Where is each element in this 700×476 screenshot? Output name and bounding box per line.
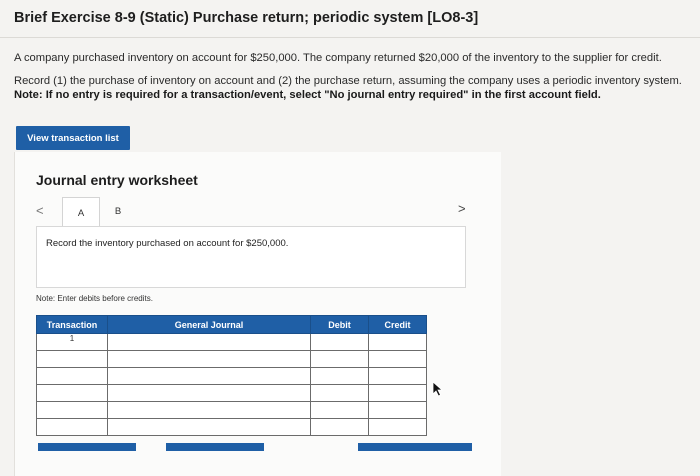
debit-field[interactable] xyxy=(310,350,369,368)
table-row xyxy=(36,350,427,368)
view-transaction-list-button[interactable]: View transaction list xyxy=(16,126,130,150)
problem-note: Note: If no entry is required for a tran… xyxy=(14,89,601,101)
col-header-debit: Debit xyxy=(310,315,369,334)
instruction-box xyxy=(36,226,466,288)
credit-field[interactable] xyxy=(368,333,427,351)
title-divider xyxy=(0,37,700,38)
col-header-credit: Credit xyxy=(368,315,427,334)
credit-field[interactable] xyxy=(368,401,427,419)
view-general-journal-button[interactable] xyxy=(358,443,472,451)
table-row xyxy=(36,401,427,419)
record-entry-button[interactable] xyxy=(38,443,136,451)
chevron-left-icon[interactable]: < xyxy=(36,203,44,218)
page-title: Brief Exercise 8-9 (Static) Purchase ret… xyxy=(14,10,479,26)
transaction-cell xyxy=(36,350,108,368)
col-header-transaction: Transaction xyxy=(36,315,108,334)
transaction-cell xyxy=(36,418,108,436)
transaction-cell: 1 xyxy=(36,333,108,351)
table-row: 1 xyxy=(36,333,427,351)
credit-field[interactable] xyxy=(368,350,427,368)
instruction-text: Record the inventory purchased on accoun… xyxy=(46,238,289,249)
table-row xyxy=(36,418,427,436)
transaction-cell xyxy=(36,401,108,419)
chevron-right-icon[interactable]: > xyxy=(458,201,466,216)
credit-field[interactable] xyxy=(368,367,427,385)
tab-a[interactable]: A xyxy=(62,197,100,228)
table-row xyxy=(36,367,427,385)
debit-field[interactable] xyxy=(310,401,369,419)
table-row xyxy=(36,384,427,402)
transaction-cell xyxy=(36,367,108,385)
transaction-cell xyxy=(36,384,108,402)
debit-credit-note: Note: Enter debits before credits. xyxy=(36,294,153,303)
account-field[interactable] xyxy=(107,418,311,436)
clear-entry-button[interactable] xyxy=(166,443,264,451)
journal-table-header: Transaction General Journal Debit Credit xyxy=(36,315,427,334)
debit-field[interactable] xyxy=(310,367,369,385)
account-field[interactable] xyxy=(107,333,311,351)
debit-field[interactable] xyxy=(310,384,369,402)
credit-field[interactable] xyxy=(368,384,427,402)
journal-table: Transaction General Journal Debit Credit… xyxy=(36,315,427,436)
worksheet-title: Journal entry worksheet xyxy=(36,172,198,188)
account-field[interactable] xyxy=(107,350,311,368)
debit-field[interactable] xyxy=(310,333,369,351)
problem-instructions: Record (1) the purchase of inventory on … xyxy=(14,75,682,87)
col-header-general-journal: General Journal xyxy=(107,315,311,334)
credit-field[interactable] xyxy=(368,418,427,436)
tab-b[interactable]: B xyxy=(108,197,128,225)
mouse-pointer-icon xyxy=(432,381,444,397)
account-field[interactable] xyxy=(107,401,311,419)
account-field[interactable] xyxy=(107,367,311,385)
account-field[interactable] xyxy=(107,384,311,402)
debit-field[interactable] xyxy=(310,418,369,436)
problem-description: A company purchased inventory on account… xyxy=(14,52,662,64)
